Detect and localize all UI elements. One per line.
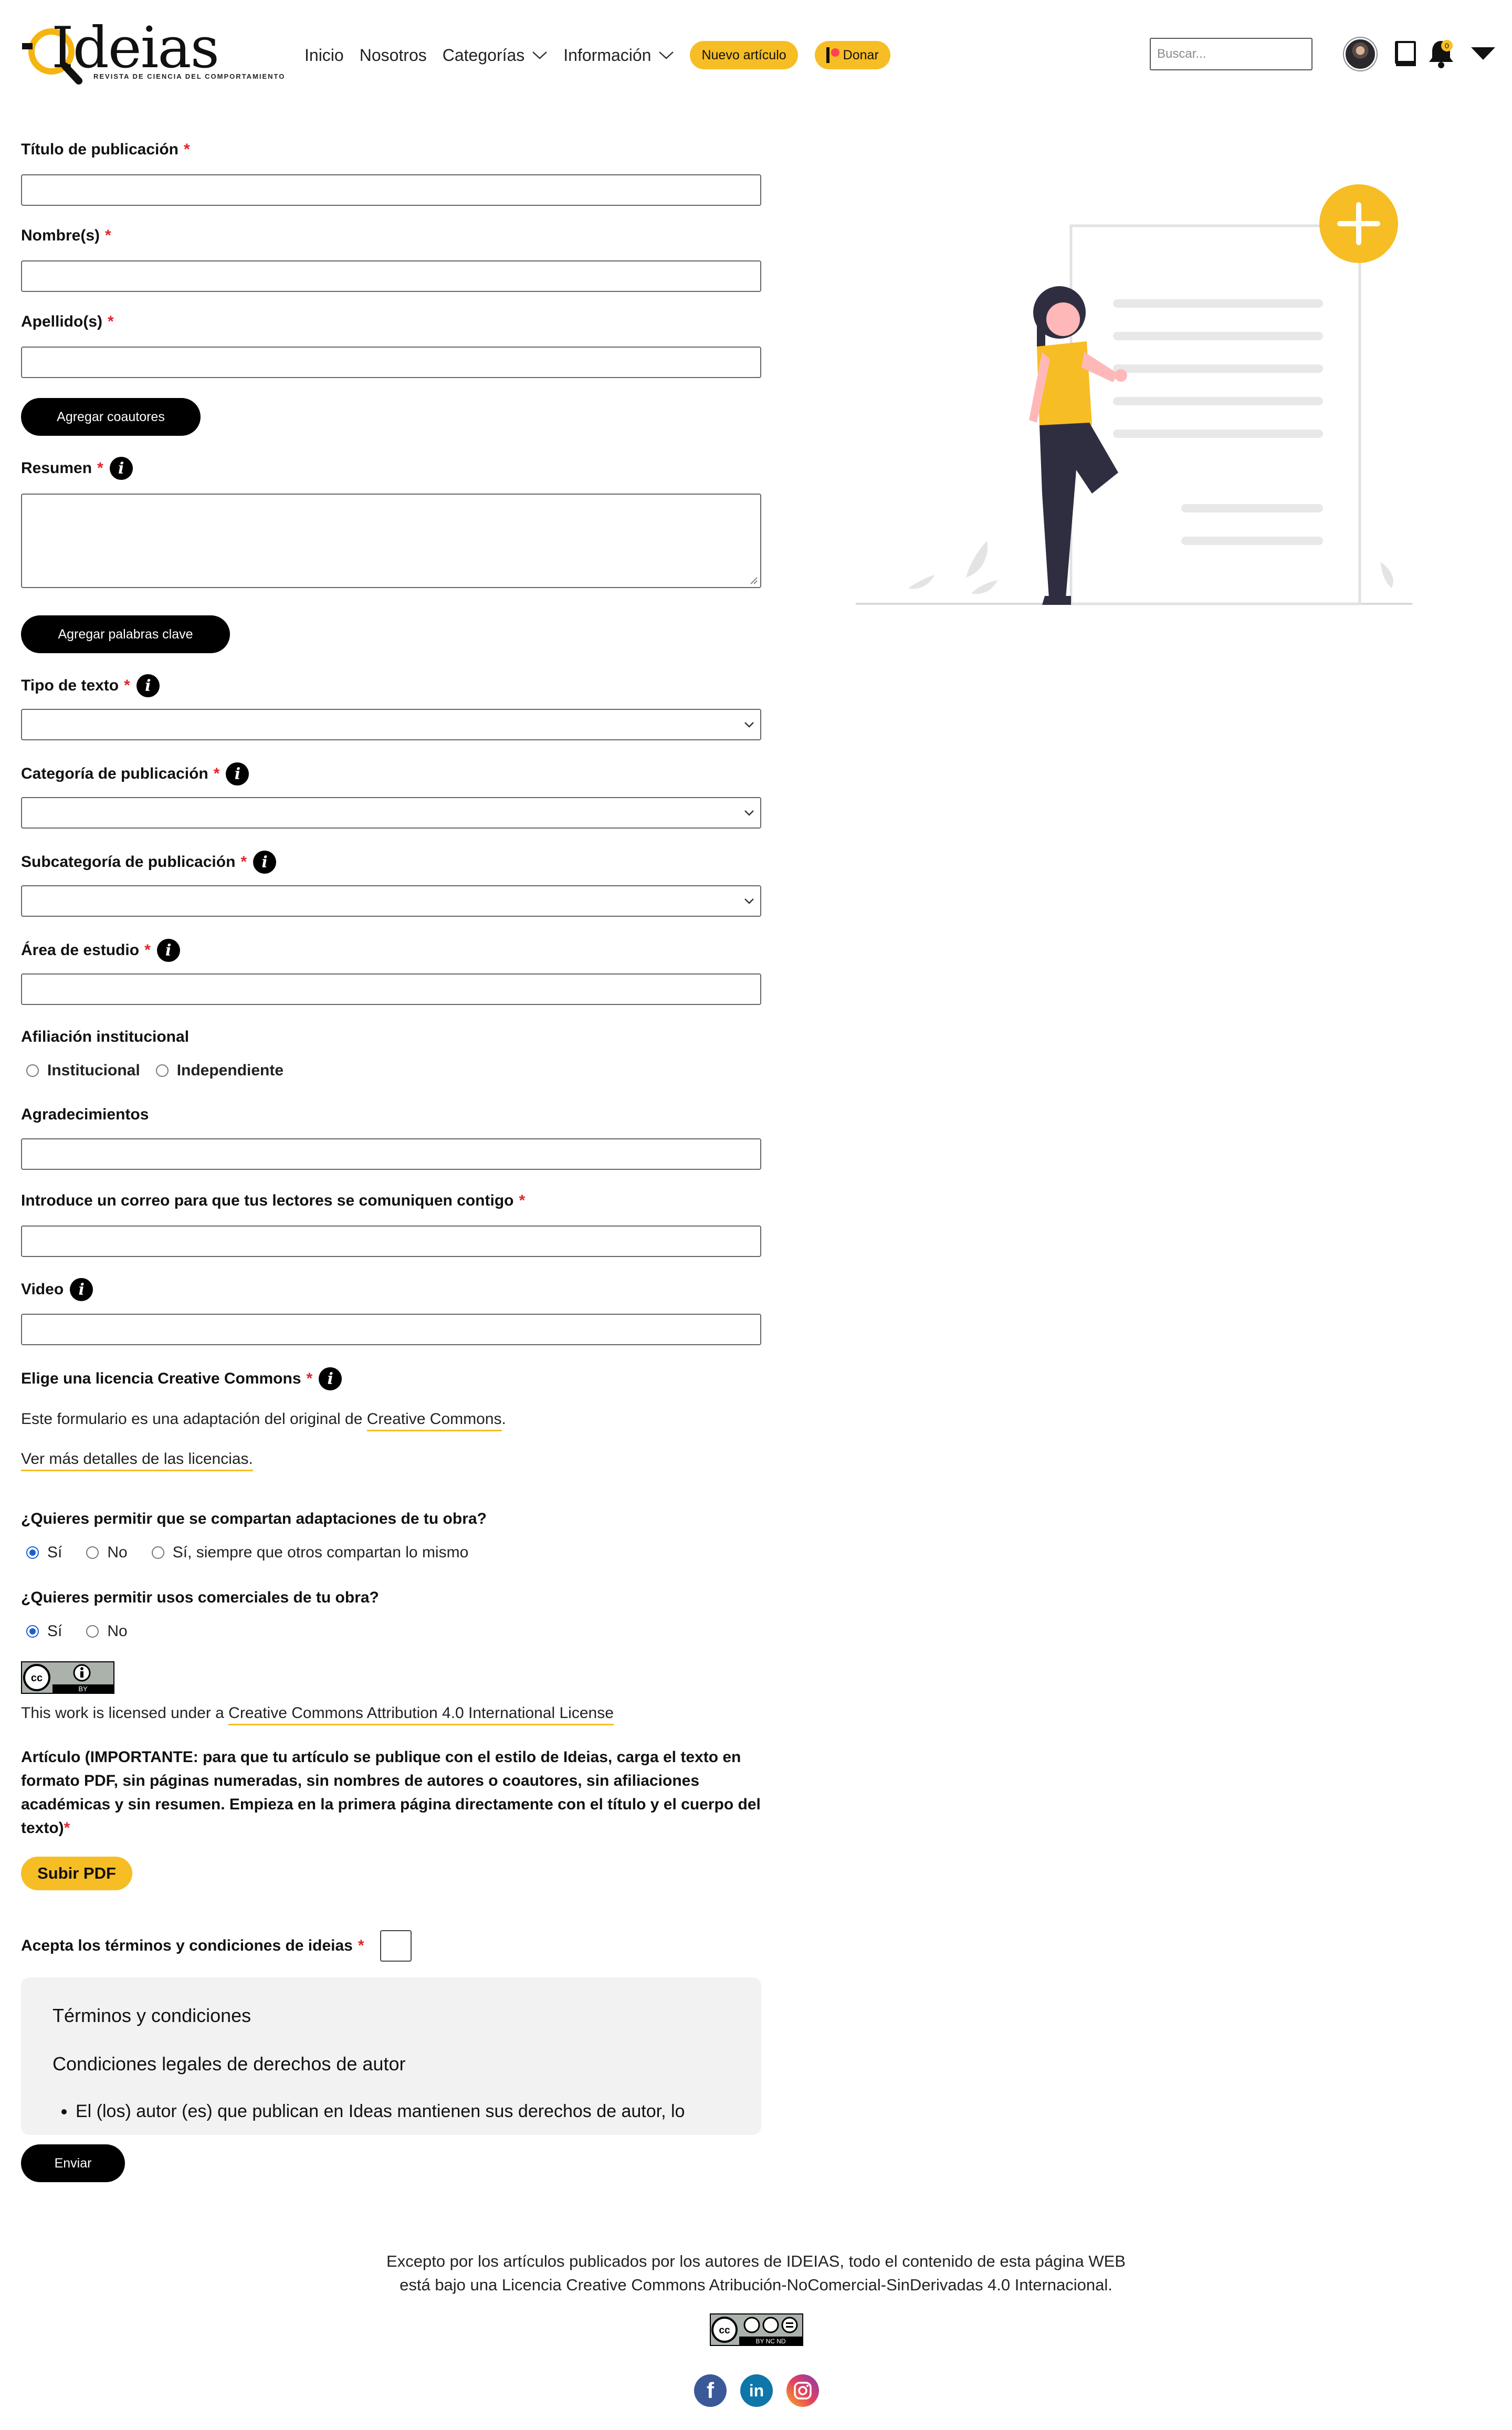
cc-by-badge[interactable]: cc BY: [21, 1661, 114, 1694]
resumen-label: Resumen * i: [21, 457, 133, 480]
q1-label: ¿Quieres permitir que se compartan adapt…: [21, 1510, 487, 1527]
nav-informacion[interactable]: Información: [563, 46, 674, 65]
q2-si-radio[interactable]: [26, 1625, 39, 1638]
resize-handle-icon[interactable]: [749, 575, 758, 585]
chevron-down-icon: [744, 722, 754, 728]
chevron-down-icon: [659, 51, 674, 59]
nombres-label: Nombre(s) *: [21, 227, 111, 244]
svg-text:cc: cc: [719, 2325, 730, 2336]
svg-text:cc: cc: [31, 1672, 43, 1684]
cc-by-nc-nd-badge-text: BY NC ND: [755, 2338, 785, 2345]
nav-nosotros[interactable]: Nosotros: [360, 46, 427, 65]
licencia-label: Elige una licencia Creative Commons * i: [21, 1367, 342, 1390]
terms-box[interactable]: Términos y condiciones Condiciones legal…: [21, 1977, 761, 2135]
book-icon[interactable]: [1394, 40, 1417, 67]
categoria-select[interactable]: [21, 797, 761, 829]
categoria-label: Categoría de publicación * i: [21, 762, 249, 785]
afiliacion-radio-group: Institucional Independiente: [26, 1062, 284, 1080]
footer-license-text: Excepto por los artículos publicados por…: [386, 2252, 1126, 2294]
subir-pdf-button[interactable]: Subir PDF: [21, 1857, 132, 1890]
q1-sharealike-radio[interactable]: [151, 1546, 164, 1559]
chevron-down-icon: [532, 51, 548, 59]
info-icon[interactable]: i: [156, 939, 180, 962]
apellidos-label: Apellido(s) *: [21, 313, 114, 330]
nav-categorias[interactable]: Categorías: [443, 46, 548, 65]
info-icon[interactable]: i: [319, 1367, 342, 1390]
nuevo-articulo-button[interactable]: Nuevo artículo: [690, 41, 798, 69]
agregar-coautores-button[interactable]: Agregar coautores: [21, 398, 201, 436]
correo-input[interactable]: [21, 1226, 761, 1257]
info-icon[interactable]: i: [136, 674, 160, 697]
agradecimientos-input[interactable]: [21, 1138, 761, 1170]
enviar-button[interactable]: Enviar: [21, 2144, 125, 2182]
q1-si-radio[interactable]: [26, 1546, 39, 1559]
info-icon[interactable]: i: [70, 1278, 93, 1301]
logo-tagline: REVISTA DE CIENCIA DEL COMPORTAMIENTO: [93, 72, 286, 80]
apellidos-input[interactable]: [21, 347, 761, 378]
subcategoria-select[interactable]: [21, 885, 761, 917]
chevron-down-icon: [744, 898, 754, 904]
correo-label: Introduce un correo para que tus lectore…: [21, 1192, 526, 1209]
site-header: Ideias REVISTA DE CIENCIA DEL COMPORTAMI…: [0, 0, 1512, 105]
tipo-texto-label: Tipo de texto * i: [21, 674, 160, 697]
info-icon[interactable]: i: [226, 762, 249, 785]
q1-radio-group: Sí No Sí, siempre que otros compartan lo…: [26, 1544, 468, 1562]
info-icon[interactable]: i: [109, 457, 133, 480]
video-input[interactable]: [21, 1314, 761, 1345]
notification-badge: 0: [1441, 40, 1453, 51]
creative-commons-link[interactable]: Creative Commons: [366, 1410, 502, 1431]
new-article-illustration: [856, 184, 1412, 605]
afiliacion-label: Afiliación institucional: [21, 1028, 190, 1045]
resumen-textarea[interactable]: [21, 494, 761, 588]
acepta-terminos-checkbox[interactable]: [380, 1930, 412, 1962]
titulo-input[interactable]: [21, 174, 761, 206]
video-label: Video i: [21, 1278, 93, 1301]
instagram-icon[interactable]: [786, 2374, 819, 2407]
titulo-label: Título de publicación *: [21, 141, 190, 158]
donar-button[interactable]: Donar: [814, 41, 890, 69]
license-statement: This work is licensed under a Creative C…: [21, 1704, 614, 1725]
cc-by-nc-nd-badge[interactable]: cc BY NC ND: [710, 2313, 803, 2346]
chevron-down-icon: [744, 810, 754, 816]
area-input[interactable]: [21, 973, 761, 1005]
caret-down-icon[interactable]: [1470, 46, 1496, 61]
area-label: Área de estudio * i: [21, 939, 180, 962]
cc-by-badge-text: BY: [78, 1685, 88, 1693]
user-avatar[interactable]: [1344, 38, 1377, 70]
agradecimientos-label: Agradecimientos: [21, 1106, 149, 1123]
nombres-input[interactable]: [21, 260, 761, 292]
logo-wordmark: Ideias: [51, 15, 219, 81]
patreon-icon: [826, 47, 839, 63]
afiliacion-independiente-radio[interactable]: [155, 1064, 169, 1077]
tipo-texto-select[interactable]: [21, 709, 761, 740]
acepta-terminos-label: Acepta los términos y condiciones de ide…: [21, 1930, 412, 1962]
q2-radio-group: Sí No: [26, 1622, 128, 1640]
q2-label: ¿Quieres permitir usos comerciales de tu…: [21, 1589, 379, 1606]
subcategoria-label: Subcategoría de publicación * i: [21, 851, 277, 874]
articulo-instructions: Artículo (IMPORTANTE: para que tu artícu…: [21, 1748, 761, 1837]
cc-by-license-link[interactable]: Creative Commons Attribution 4.0 Interna…: [228, 1704, 614, 1725]
agregar-palabras-clave-button[interactable]: Agregar palabras clave: [21, 615, 230, 653]
terms-subtitle: Condiciones legales de derechos de autor: [52, 2053, 406, 2075]
facebook-icon[interactable]: f: [694, 2374, 727, 2407]
ver-mas-text: Ver más detalles de las licencias.: [21, 1450, 253, 1471]
instagram-glyph-icon: [794, 2382, 812, 2400]
afiliacion-institucional-radio[interactable]: [26, 1064, 39, 1077]
ideias-logo[interactable]: Ideias REVISTA DE CIENCIA DEL COMPORTAMI…: [20, 15, 284, 85]
nav-inicio[interactable]: Inicio: [304, 46, 344, 65]
linkedin-icon[interactable]: in: [740, 2374, 773, 2407]
ver-mas-licencias-link[interactable]: Ver más detalles de las licencias.: [21, 1450, 253, 1471]
q2-no-radio[interactable]: [86, 1625, 99, 1638]
info-icon[interactable]: i: [253, 851, 277, 874]
terms-title: Términos y condiciones: [52, 2005, 251, 2026]
terms-item: El (los) autor (es) que publican en Idea…: [76, 2101, 730, 2122]
main-nav: Inicio Nosotros Categorías Información N…: [304, 41, 907, 69]
q1-no-radio[interactable]: [86, 1546, 99, 1559]
adaptacion-text: Este formulario es una adaptación del or…: [21, 1410, 506, 1431]
search-input[interactable]: [1150, 38, 1312, 70]
